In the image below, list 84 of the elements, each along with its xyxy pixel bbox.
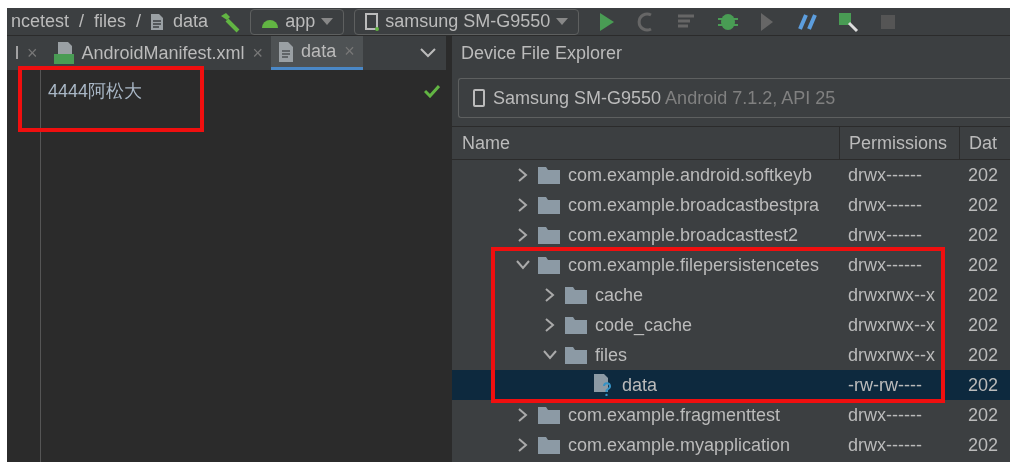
file-name: files [595,343,627,367]
checkmark-icon [424,84,440,98]
phone-icon [473,89,485,107]
folder-icon [538,166,560,184]
date-text: 202 [968,163,999,187]
permissions-text: drwx------ [848,403,922,427]
caret-icon [556,17,569,26]
chevron-right-icon[interactable] [518,168,528,182]
date-text: 202 [968,253,999,277]
document-icon [279,41,294,62]
editor-text: 4444阿松大 [48,80,143,103]
chevron-down-icon[interactable] [543,350,557,360]
permissions-text: drwx------ [848,193,922,217]
date-text: 202 [968,433,999,457]
date-text: 202 [968,223,999,247]
folder-icon [538,436,560,454]
breadcrumb-item[interactable]: files [94,8,127,35]
tree-row[interactable]: data -rw-rw---- 202 [452,370,1010,400]
chevron-down-icon[interactable] [516,260,530,270]
caret-icon [321,17,334,26]
date-text: 202 [968,193,999,217]
panel-title: Device File Explorer [460,41,624,65]
chevron-right-icon[interactable] [518,408,528,422]
folder-icon [538,196,560,214]
tree-row[interactable]: com.example.myapplication drwx------ 202 [452,430,1010,460]
device-dropdown[interactable]: samsung SM-G9550 [354,8,580,35]
column-header[interactable]: Dat [969,129,997,157]
permissions-text: drwxrwx--x [848,343,935,367]
permissions-text: drwxrwx--x [848,283,935,307]
date-text: 202 [968,313,999,337]
unknown-file-icon [592,374,614,396]
breadcrumb-separator: / [79,10,85,33]
editor-tab[interactable]: AndroidManifest.xml × [45,36,272,70]
tree-row[interactable]: com.example.filepersistencetes drwx------ 202 [452,250,1010,280]
chevron-down-icon[interactable] [420,48,436,58]
tree-row[interactable]: com.example.broadcasttest2 drwx------ 202 [452,220,1010,250]
file-name: cache [595,283,644,307]
chevron-right-icon[interactable] [545,288,555,302]
folder-icon [565,286,587,304]
tree-row[interactable]: code_cache drwxrwx--x 202 [452,310,1010,340]
device-selector[interactable]: Samsung SM-G9550 Android 7.1.2, API 25 [458,78,1010,118]
permissions-text: drwxrwx--x [848,313,935,337]
permissions-text: drwx------ [848,223,922,247]
phone-icon [365,12,380,31]
file-name: com.example.broadcastbestpra [568,193,820,217]
file-name: com.example.broadcasttest2 [568,223,799,247]
tree-row[interactable]: cache drwxrwx--x 202 [452,280,1010,310]
tree-row[interactable]: com.example.fragmenttest drwx------ 202 [452,400,1010,430]
breadcrumb-separator: / [136,10,142,33]
manifest-file-icon [53,42,74,64]
tree-row[interactable]: com.example.android.softkeyb drwx------ 202 [452,160,1010,190]
date-text: 202 [968,343,999,367]
folder-icon [538,406,560,424]
module-dropdown[interactable]: app [250,8,345,35]
date-text: 202 [968,283,999,307]
chevron-right-icon[interactable] [518,198,528,212]
permissions-text: drwx------ [848,163,922,187]
breadcrumb-item[interactable]: ncetest [11,8,70,35]
tree-row[interactable]: com.example.broadcastbestpra drwx------ 202 [452,190,1010,220]
document-icon [151,13,164,30]
file-name: com.example.android.softkeyb [568,163,813,187]
file-name: code_cache [595,313,693,338]
folder-icon [538,226,560,244]
file-name: com.example.myapplication [568,433,791,457]
folder-icon [565,316,587,334]
chevron-right-icon[interactable] [518,228,528,242]
folder-icon [565,346,587,364]
folder-icon [538,256,560,274]
breadcrumb-item[interactable]: data [173,8,209,35]
chevron-right-icon[interactable] [518,438,528,452]
chevron-right-icon[interactable] [545,318,555,332]
editor-tab[interactable]: l × [7,36,46,70]
editor-tab[interactable]: data × [271,36,363,70]
tree-row[interactable]: files drwxrwx--x 202 [452,340,1010,370]
column-header[interactable]: Permissions [849,129,948,157]
file-name: com.example.filepersistencetes [568,253,820,277]
permissions-text: -rw-rw---- [848,373,922,397]
date-text: 202 [968,373,999,397]
date-text: 202 [968,403,999,427]
file-name: com.example.fragmenttest [568,403,781,427]
permissions-text: drwx------ [848,253,922,277]
file-name: data [622,373,658,397]
column-header[interactable]: Name [462,132,510,153]
permissions-text: drwx------ [848,433,922,457]
